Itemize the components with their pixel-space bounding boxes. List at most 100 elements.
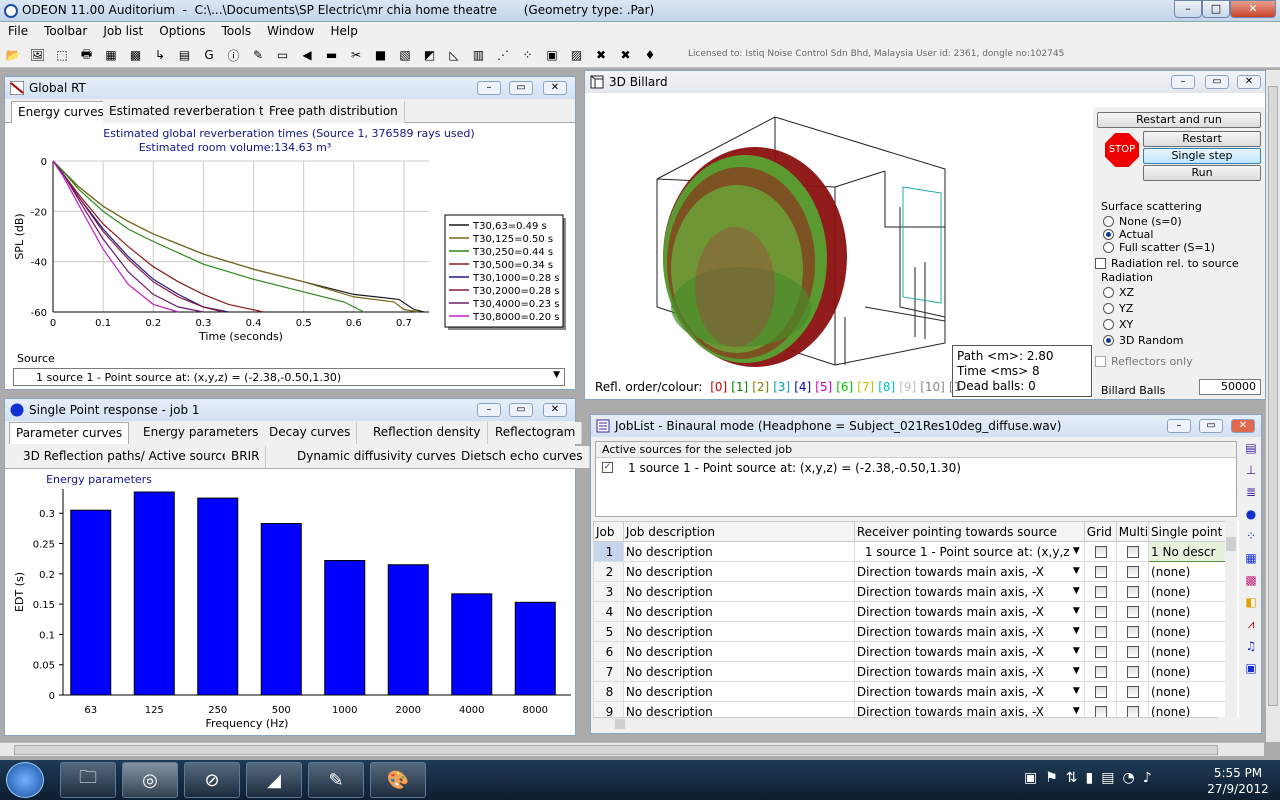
info-icon[interactable]: ⓘ [225,46,243,64]
arrow-tray-icon[interactable]: ⇅ [1066,770,1078,790]
gif-icon[interactable]: G [200,46,218,64]
surfaces-icon[interactable]: ▩ [127,46,145,64]
multi-checkbox-cell[interactable] [1115,701,1150,717]
multi-checkbox-cell[interactable] [1115,581,1150,602]
grid-checkbox[interactable] [1095,706,1108,717]
grid-checkbox[interactable] [1095,626,1108,638]
menu-window[interactable]: Window [259,22,322,42]
grid-checkbox[interactable] [1095,606,1108,618]
sources-icon[interactable]: ▬ [323,46,341,64]
start-button[interactable] [6,762,44,798]
joblist-close-button[interactable]: ✕ [1231,419,1255,433]
speaker-icon[interactable]: ◀ [298,46,316,64]
grid-checkbox-cell[interactable] [1083,641,1117,662]
single-point-cell[interactable]: (none) [1148,561,1233,582]
job-description[interactable]: No description [622,541,855,562]
job-table-vscrollbar[interactable] [1225,521,1237,717]
dots-icon[interactable]: ⁘ [519,46,537,64]
receiver-pointing-dropdown[interactable]: Direction towards main axis, -X ▼ [853,641,1085,662]
job-description[interactable]: No description [622,661,855,682]
multi-checkbox[interactable] [1127,666,1140,678]
menu-job-list[interactable]: Job list [95,22,151,42]
browse-icon[interactable]: 🖼 [29,46,47,64]
job-description[interactable]: No description [622,581,855,602]
single-point-cell[interactable]: (none) [1148,641,1233,662]
signal-icon[interactable]: ◔ [1122,770,1134,790]
layout-icon[interactable]: ▣ [543,46,561,64]
receiver-pointing-dropdown[interactable]: Direction towards main axis, -X ▼ [853,561,1085,582]
tab-brir[interactable]: BRIR [225,446,267,468]
tab-energy-curves[interactable]: Energy curves [11,101,111,123]
column-header-4[interactable]: Multi [1115,521,1150,542]
radiation-yz-radio[interactable] [1103,303,1114,314]
materials-icon[interactable]: ▦ [102,46,120,64]
single-point-cell[interactable]: (none) [1148,581,1233,602]
edit-icon[interactable]: ✎ [249,46,267,64]
grid-checkbox-cell[interactable] [1083,601,1117,622]
multi-checkbox-cell[interactable] [1115,661,1150,682]
multi-checkbox[interactable] [1127,546,1140,558]
multi-checkbox-cell[interactable] [1115,561,1150,582]
tab-reflection-density[interactable]: Reflection density [367,422,488,444]
multi-point-tool-icon[interactable]: ⁘ [1242,527,1260,545]
multi-checkbox-cell[interactable] [1115,681,1150,702]
multi-checkbox-cell[interactable] [1115,641,1150,662]
3d-view-icon[interactable]: ⬚ [53,46,71,64]
job-table-hscrollbar[interactable] [593,717,1217,729]
volume-icon[interactable]: ♪ [1143,770,1152,790]
response-tool-icon[interactable]: ⩘ [1242,615,1260,633]
grid-checkbox-cell[interactable] [1083,661,1117,682]
job-description[interactable]: No description [622,621,855,642]
odeon-taskbar-icon[interactable]: ◎ [122,762,178,798]
grid-checkbox[interactable] [1095,646,1108,658]
receiver-pointing-dropdown[interactable]: Direction towards main axis, -X ▼ [853,601,1085,622]
job-row[interactable]: 8 No description Direction towards main ax… [593,681,1233,702]
clock-date[interactable]: 27/9/2012 [1200,782,1276,796]
paint-taskbar-icon[interactable]: 🎨 [370,762,426,798]
menu-toolbar[interactable]: Toolbar [36,22,95,42]
list-tool-icon[interactable]: ▤ [1242,439,1260,457]
single-point-cell[interactable]: (none) [1148,601,1233,622]
flag-icon[interactable]: ⚑ [1045,770,1058,790]
joblist-minimize-button[interactable]: – [1167,419,1191,433]
scatter-actual-radio[interactable] [1103,229,1114,240]
column-header-2[interactable]: Receiver pointing towards source [853,521,1085,542]
column-header-5[interactable]: Single point [1148,521,1233,542]
explorer-taskbar-icon[interactable]: 🗀 [60,762,116,798]
job-description[interactable]: No description [622,641,855,662]
job-description[interactable]: No description [622,561,855,582]
joblist-restore-button[interactable]: ▭ [1199,419,1223,433]
job-number[interactable]: 1 [593,541,624,562]
menu-help[interactable]: Help [322,22,365,42]
save-tool-icon[interactable]: ▣ [1242,659,1260,677]
notes-icon[interactable]: ▭ [274,46,292,64]
safari-taskbar-icon[interactable]: ⊘ [184,762,240,798]
job-row[interactable]: 9 No description Direction towards main ax… [593,701,1233,717]
active-source-checkbox[interactable]: ✓ [602,462,613,473]
global-rt-close-button[interactable]: ✕ [543,81,567,95]
grid2-icon[interactable]: ▧ [396,46,414,64]
run-button[interactable]: Run [1143,165,1261,181]
column-header-3[interactable]: Grid [1083,521,1117,542]
source-dropdown[interactable]: 1 source 1 - Point source at: (x,y,z) = … [13,368,565,386]
single-point-restore-button[interactable]: ▭ [509,403,533,417]
print-icon[interactable]: 🖶 [78,46,96,64]
job-number[interactable]: 8 [593,681,624,702]
job-row[interactable]: 7 No description Direction towards main ax… [593,661,1233,682]
tab-energy-parameters[interactable]: Energy parameters [137,422,266,444]
dongle-icon[interactable]: ♦ [641,46,659,64]
hatch-icon[interactable]: ✖ [592,46,610,64]
grid-checkbox-cell[interactable] [1083,541,1117,562]
receiver-pointing-dropdown[interactable]: Direction towards main axis, -X ▼ [853,621,1085,642]
job-number[interactable]: 6 [593,641,624,662]
receiver-pointing-dropdown[interactable]: Direction towards main axis, -X ▼ [853,581,1085,602]
job-number[interactable]: 5 [593,621,624,642]
job-row[interactable]: 1 No description 1 source 1 - Point source… [593,541,1233,562]
clock-time[interactable]: 5:55 PM [1200,766,1276,780]
grid-tool-icon[interactable]: ▦ [1242,549,1260,567]
grid-checkbox[interactable] [1095,566,1108,578]
receiver-pointing-dropdown[interactable]: Direction towards main axis, -X ▼ [853,681,1085,702]
workspace-hscrollbar[interactable] [0,742,1264,756]
job-number[interactable]: 4 [593,601,624,622]
single-point-cell[interactable]: (none) [1148,701,1233,717]
